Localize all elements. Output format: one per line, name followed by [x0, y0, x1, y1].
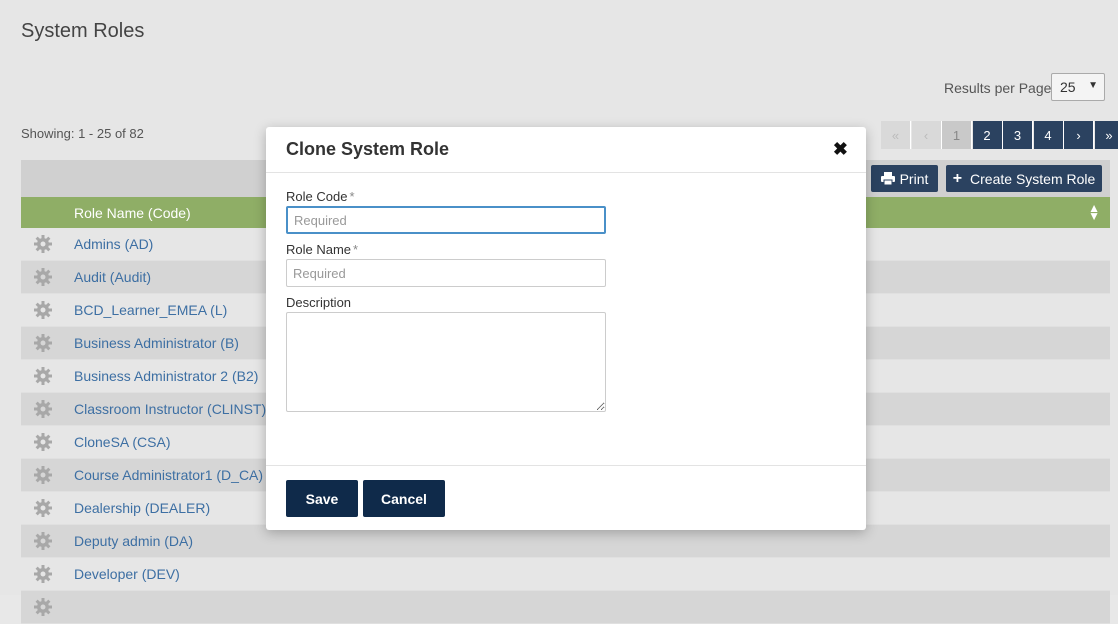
- description-textarea[interactable]: [286, 312, 606, 412]
- modal-footer: Save Cancel: [266, 465, 866, 531]
- clone-system-role-dialog: Clone System Role ✖ Role Code* Role Name…: [266, 127, 866, 530]
- required-marker: *: [349, 189, 354, 204]
- required-marker: *: [353, 242, 358, 257]
- description-label: Description: [286, 295, 351, 310]
- modal-header: Clone System Role ✖: [266, 127, 866, 173]
- role-code-label: Role Code*: [286, 189, 355, 204]
- close-icon[interactable]: ✖: [833, 139, 848, 160]
- table-row: [21, 591, 1110, 624]
- role-code-label-text: Role Code: [286, 189, 347, 204]
- page: System Roles Results per Page: 25 ▼ Show…: [0, 0, 1118, 595]
- cancel-button[interactable]: Cancel: [363, 480, 445, 517]
- modal-title: Clone System Role: [286, 139, 449, 160]
- role-name-label: Role Name*: [286, 242, 358, 257]
- role-name-input[interactable]: [286, 259, 606, 287]
- gear-icon[interactable]: [33, 597, 53, 617]
- role-name-label-text: Role Name: [286, 242, 351, 257]
- save-button[interactable]: Save: [286, 480, 358, 517]
- role-code-input[interactable]: [286, 206, 606, 234]
